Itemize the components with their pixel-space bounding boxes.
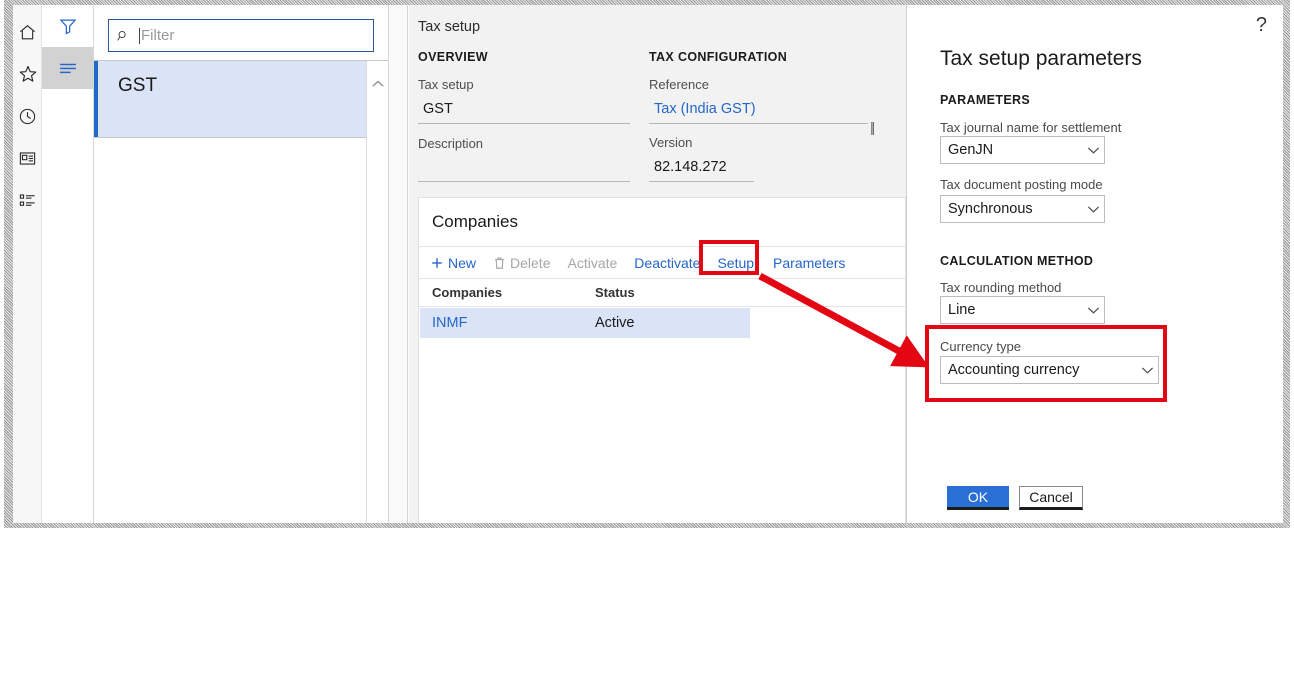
new-button[interactable]: New — [430, 255, 476, 271]
chevron-down-icon — [1082, 146, 1104, 155]
cell-company[interactable]: INMF — [432, 315, 467, 331]
tax-journal-name-value: GenJN — [948, 142, 994, 158]
currency-type-label: Currency type — [940, 339, 1021, 354]
tax-journal-name-label: Tax journal name for settlement — [940, 120, 1122, 135]
tax-setup-field-value[interactable]: GST — [423, 101, 453, 117]
tax-document-posting-mode-label: Tax document posting mode — [940, 177, 1103, 192]
delete-button[interactable]: Delete — [493, 255, 550, 271]
currency-type-value: Accounting currency — [948, 362, 1080, 378]
search-icon — [117, 30, 126, 41]
clock-icon[interactable] — [13, 95, 42, 137]
list-item-gst[interactable]: GST — [94, 61, 366, 138]
version-field-underline — [649, 181, 754, 182]
screenshot-root: Filter GST Tax setup OVERVIEW Tax setup … — [0, 0, 1294, 689]
tax-setup-parameters-dialog: ? Tax setup parameters PARAMETERS Tax jo… — [906, 5, 1283, 523]
column-resize-handle[interactable]: || — [870, 119, 875, 135]
pane-toggle-rail — [42, 5, 94, 523]
companies-toolbar: New Delete Activate Deactivate Setup Par… — [419, 246, 905, 279]
overview-section-heading: OVERVIEW — [418, 50, 488, 64]
activate-button-label: Activate — [567, 254, 618, 271]
activate-button[interactable]: Activate — [567, 255, 617, 271]
text-caret — [139, 27, 140, 44]
column-header-status[interactable]: Status — [595, 285, 635, 300]
filter-pane-toggle[interactable] — [42, 5, 93, 47]
cell-status: Active — [595, 315, 635, 331]
description-field-label: Description — [418, 136, 484, 151]
records-list: GST — [94, 60, 388, 523]
companies-grid-header: Companies Status — [419, 279, 905, 307]
trash-icon — [493, 256, 506, 270]
ok-button[interactable]: OK — [947, 486, 1009, 510]
version-field-value[interactable]: 82.148.272 — [654, 159, 727, 175]
filter-field-wrapper: Filter — [108, 19, 374, 52]
window-content: Filter GST Tax setup OVERVIEW Tax setup … — [13, 5, 1283, 523]
reference-field-underline — [649, 123, 868, 124]
companies-card-title: Companies — [432, 212, 518, 231]
chevron-down-icon — [1082, 205, 1104, 214]
window-frame: Filter GST Tax setup OVERVIEW Tax setup … — [4, 0, 1290, 528]
chevron-down-icon — [1136, 366, 1158, 375]
deactivate-button-label: Deactivate — [634, 254, 701, 271]
list-pane-toggle[interactable] — [42, 47, 93, 89]
modules-icon[interactable] — [13, 179, 42, 221]
parameters-button[interactable]: Parameters — [773, 255, 845, 271]
records-list-pane: Filter GST — [94, 5, 388, 523]
chevron-down-icon — [1082, 306, 1104, 315]
search-input[interactable]: Filter — [108, 19, 374, 52]
tax-configuration-section-heading: TAX CONFIGURATION — [649, 50, 788, 64]
deactivate-button[interactable]: Deactivate — [634, 255, 700, 271]
selection-accent-bar — [94, 61, 98, 137]
parameters-section-heading: PARAMETERS — [940, 93, 1031, 107]
new-button-label: New — [448, 254, 477, 271]
tax-rounding-method-value: Line — [948, 302, 976, 318]
tax-setup-field-label: Tax setup — [418, 77, 474, 92]
reference-field-value[interactable]: Tax (India GST) — [654, 101, 756, 117]
reference-field-label: Reference — [649, 77, 709, 92]
currency-type-select[interactable]: Accounting currency — [940, 356, 1159, 384]
tax-setup-detail-pane: Tax setup OVERVIEW Tax setup GST Descrip… — [409, 5, 906, 523]
search-placeholder: Filter — [141, 27, 175, 44]
plus-icon — [430, 256, 444, 270]
help-icon[interactable]: ? — [1256, 15, 1267, 35]
description-field-underline — [418, 181, 630, 182]
dialog-title: Tax setup parameters — [940, 47, 1142, 70]
home-icon[interactable] — [13, 11, 42, 53]
tax-rounding-method-select[interactable]: Line — [940, 296, 1105, 324]
pane-splitter[interactable] — [388, 5, 408, 523]
table-row[interactable]: INMF Active — [420, 308, 750, 338]
navigation-rail — [13, 5, 42, 523]
cancel-button[interactable]: Cancel — [1019, 486, 1083, 510]
setup-button-label: Setup — [717, 254, 755, 271]
parameters-button-label: Parameters — [773, 254, 846, 271]
tax-document-posting-mode-value: Synchronous — [948, 201, 1033, 217]
chevron-up-icon — [371, 80, 384, 87]
workspace-icon[interactable] — [13, 137, 42, 179]
breadcrumb: Tax setup — [418, 19, 481, 35]
tax-setup-field-underline — [418, 123, 630, 124]
tax-journal-name-select[interactable]: GenJN — [940, 136, 1105, 164]
companies-card: Companies New Delete Activate Deactivate… — [418, 197, 906, 523]
version-field-label: Version — [649, 135, 693, 150]
list-scrollbar[interactable] — [366, 61, 388, 523]
tax-rounding-method-label: Tax rounding method — [940, 280, 1062, 295]
list-item-label: GST — [118, 75, 158, 96]
tax-document-posting-mode-select[interactable]: Synchronous — [940, 195, 1105, 223]
setup-button[interactable]: Setup — [717, 255, 754, 271]
delete-button-label: Delete — [510, 254, 551, 271]
calculation-method-section-heading: CALCULATION METHOD — [940, 254, 1094, 268]
star-icon[interactable] — [13, 53, 42, 95]
column-header-companies[interactable]: Companies — [432, 285, 502, 300]
